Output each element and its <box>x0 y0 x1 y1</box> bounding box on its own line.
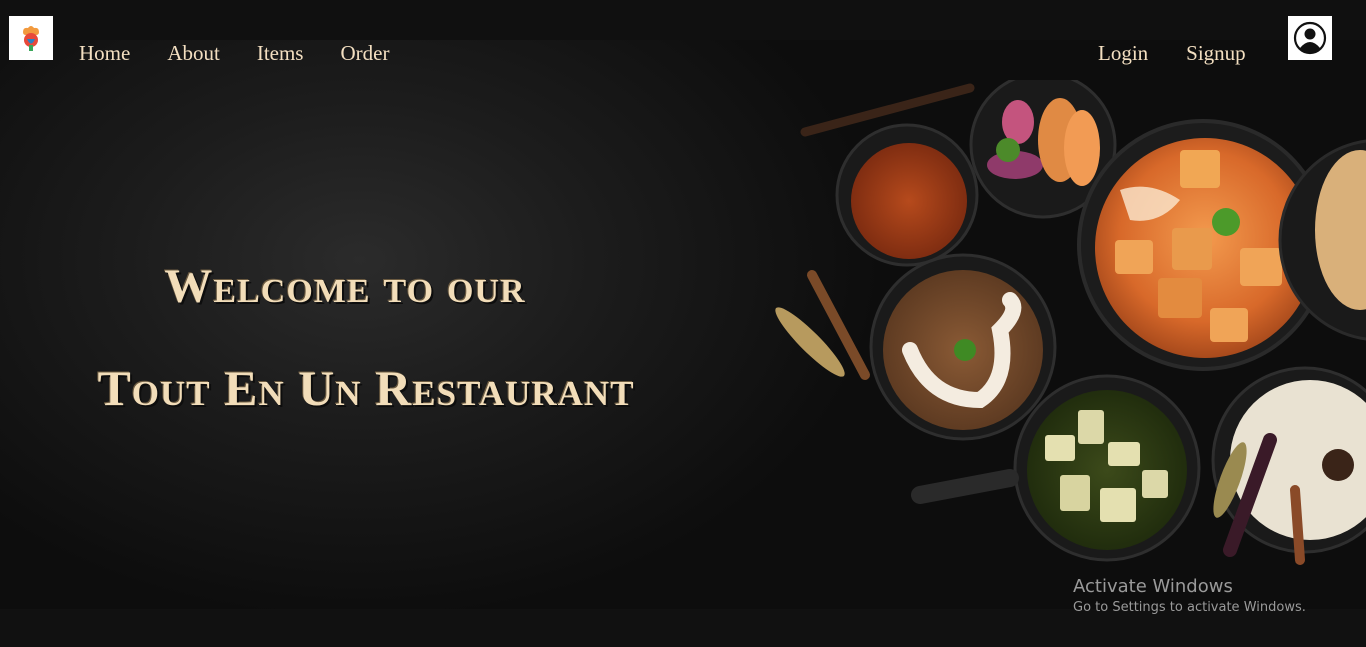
watermark-title: Activate Windows <box>1073 576 1233 597</box>
site-logo[interactable] <box>9 16 53 60</box>
user-avatar-icon <box>1293 21 1327 55</box>
hero-section: Welcome to our Tout En Un Restaurant <box>0 40 1366 609</box>
auth-nav: Login Signup <box>1098 38 1284 68</box>
nav-about-link[interactable]: About <box>167 38 220 68</box>
main-nav: Home About Items Order <box>79 38 426 68</box>
hero-title-line-1: Welcome to our <box>164 260 526 313</box>
top-strip <box>0 0 1366 40</box>
nav-home-link[interactable]: Home <box>79 38 130 68</box>
login-link[interactable]: Login <box>1098 38 1148 68</box>
signup-link[interactable]: Signup <box>1186 38 1246 68</box>
chef-logo-icon <box>23 26 39 51</box>
windows-activation-watermark: Activate Windows Go to Settings to activ… <box>1073 576 1306 618</box>
profile-button[interactable] <box>1288 16 1332 60</box>
nav-order-link[interactable]: Order <box>340 38 389 68</box>
watermark-subtitle: Go to Settings to activate Windows. <box>1073 600 1306 615</box>
hero-title-line-2: Tout En Un Restaurant <box>97 360 635 416</box>
food-bowls-image <box>775 80 1366 565</box>
nav-items-link[interactable]: Items <box>257 38 304 68</box>
page: Welcome to our Tout En Un Restaurant Hom… <box>0 0 1366 647</box>
